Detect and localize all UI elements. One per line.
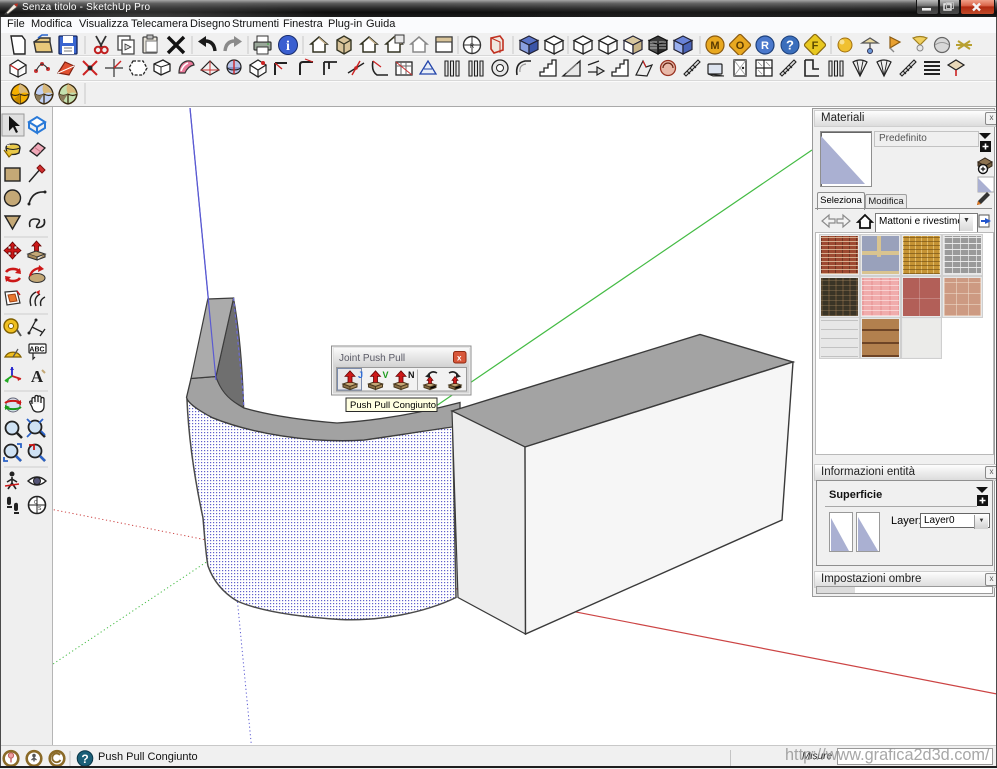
svg-text:J: J [358,370,363,380]
svg-text:N: N [408,370,415,380]
svg-text:V: V [383,370,389,380]
svg-text:ABC: ABC [29,347,44,354]
svg-text:x: x [457,354,462,363]
svg-text:A: A [31,367,44,386]
svg-text:F: F [812,40,819,52]
svg-text:R: R [470,44,475,50]
svg-text:M: M [710,40,719,52]
svg-text:R: R [761,40,769,52]
svg-text:?: ? [81,752,88,766]
svg-text:O: O [736,40,745,52]
svg-text:Push Pull Congiunto: Push Pull Congiunto [350,400,436,411]
svg-text:i: i [286,39,290,54]
svg-text:Joint Push Pull: Joint Push Pull [339,353,405,364]
